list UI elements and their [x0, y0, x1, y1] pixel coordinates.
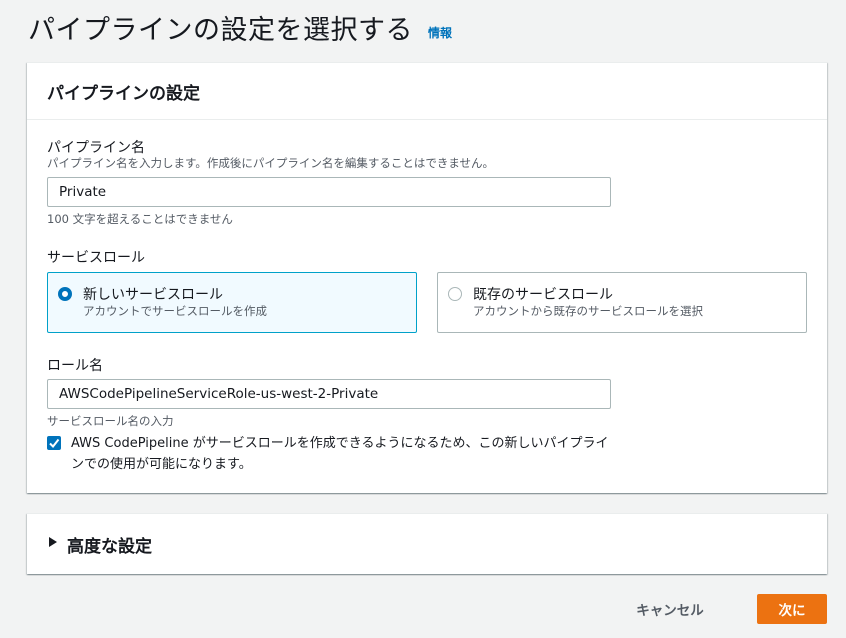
- existing-service-role-description: アカウントから既存のサービスロールを選択: [473, 304, 703, 318]
- new-service-role-option[interactable]: 新しいサービスロール アカウントでサービスロールを作成: [47, 272, 417, 333]
- role-name-hint: サービスロール名の入力: [47, 414, 174, 428]
- new-service-role-title: 新しいサービスロール: [83, 287, 223, 303]
- new-service-role-description: アカウントでサービスロールを作成: [83, 304, 267, 318]
- existing-service-role-option[interactable]: 既存のサービスロール アカウントから既存のサービスロールを選択: [437, 272, 807, 333]
- cancel-button[interactable]: キャンセル: [620, 594, 720, 624]
- pipeline-name-constraint: 100 文字を超えることはできません: [47, 212, 233, 226]
- checkmark-icon: [49, 438, 60, 449]
- pipeline-name-description: パイプライン名を入力します。作成後にパイプライン名を編集することはできません。: [47, 156, 495, 170]
- pipeline-name-label: パイプライン名: [47, 140, 145, 156]
- info-link[interactable]: 情報: [428, 24, 452, 41]
- allow-role-creation-checkbox[interactable]: [47, 436, 61, 450]
- role-name-label: ロール名: [47, 358, 103, 374]
- page-title: パイプラインの設定を選択する: [28, 15, 413, 46]
- next-button[interactable]: 次に: [757, 594, 827, 624]
- service-role-label: サービスロール: [47, 250, 145, 266]
- pipeline-settings-panel: パイプラインの設定 パイプライン名 パイプライン名を入力します。作成後にパイプラ…: [27, 62, 827, 493]
- new-service-role-radio[interactable]: [58, 287, 72, 301]
- advanced-settings-title: 高度な設定: [67, 537, 152, 557]
- existing-service-role-radio[interactable]: [448, 287, 462, 301]
- pipeline-name-input[interactable]: [47, 177, 611, 207]
- existing-service-role-title: 既存のサービスロール: [473, 287, 613, 303]
- role-name-input[interactable]: [47, 379, 611, 409]
- allow-role-creation-label: AWS CodePipeline がサービスロールを作成できるようになるため、こ…: [71, 436, 609, 472]
- advanced-settings-expander[interactable]: 高度な設定: [27, 513, 827, 574]
- pipeline-settings-header: パイプラインの設定: [27, 63, 827, 120]
- caret-right-icon: [49, 537, 57, 547]
